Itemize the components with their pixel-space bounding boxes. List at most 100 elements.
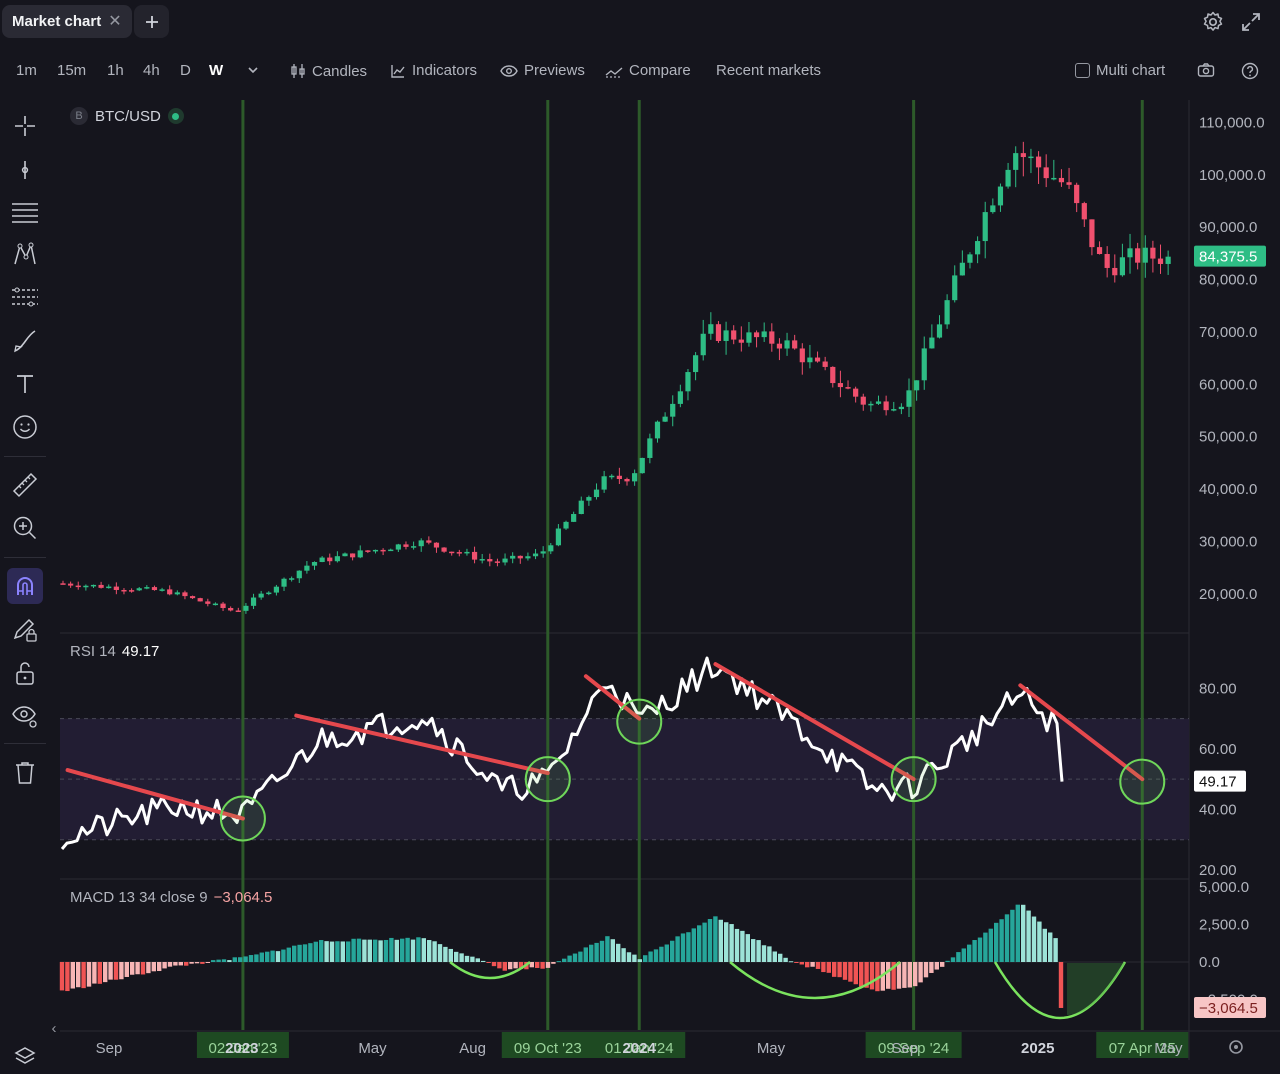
timeframe-w[interactable]: W [209, 62, 223, 79]
candle [1043, 154, 1049, 188]
macd-bar [59, 962, 65, 991]
macd-bar [535, 962, 540, 968]
time-label: Aug [459, 1040, 486, 1057]
visibility-tool[interactable] [7, 698, 43, 734]
candle-body [532, 553, 539, 557]
macd-bar [1031, 916, 1037, 962]
line-tool[interactable] [7, 152, 43, 188]
candle [685, 369, 691, 401]
timeframe-1m[interactable]: 1m [16, 62, 37, 79]
rsi-legend[interactable]: RSI 14 49.17 [70, 643, 159, 660]
candle [677, 384, 683, 408]
candle-body [548, 545, 554, 552]
ruler-tool[interactable] [7, 467, 43, 503]
macd-value: −3,064.5 [213, 889, 273, 906]
macd-legend[interactable]: MACD 13 34 close 9 −3,064.5 [70, 889, 272, 906]
breakout-circle [1119, 758, 1166, 805]
crosshair-tool[interactable] [7, 108, 43, 144]
timeframe-dropdown[interactable] [247, 65, 259, 75]
candle-body [395, 544, 401, 550]
candle-body [98, 584, 104, 588]
candle [891, 401, 897, 412]
macd-bar [400, 938, 405, 962]
candle [997, 183, 1004, 212]
compare-button[interactable]: Compare [605, 62, 691, 79]
timeframe-d[interactable]: D [180, 62, 191, 79]
macd-bar [734, 928, 740, 962]
delete-drawings-tool[interactable] [7, 755, 43, 791]
macd-bar [767, 946, 772, 962]
magnet-icon [17, 577, 33, 595]
macd-bar [967, 944, 972, 962]
brush-tool[interactable] [7, 323, 43, 359]
screenshot-button[interactable] [1197, 62, 1215, 78]
pattern-tool[interactable] [7, 237, 43, 273]
add-tab-button[interactable] [134, 5, 169, 38]
fib-tool[interactable] [7, 280, 43, 316]
close-icon[interactable]: ✕ [108, 13, 121, 30]
macd-bar [572, 953, 578, 962]
timeframe-15m[interactable]: 15m [57, 62, 86, 79]
symbol-chip[interactable]: B BTC/USD [70, 107, 184, 125]
multi-chart-toggle[interactable]: Multi chart [1075, 62, 1165, 79]
emoji-tool[interactable] [7, 409, 43, 445]
candle-body [182, 592, 188, 597]
candles-button[interactable]: Candles [290, 62, 367, 80]
zoom-tool[interactable] [7, 510, 43, 546]
candle-body [510, 555, 516, 559]
candle-body [670, 403, 676, 417]
macd-bar [454, 951, 459, 962]
macd-bar [286, 947, 291, 962]
multi-chart-checkbox[interactable] [1075, 63, 1090, 78]
text-tool[interactable] [7, 366, 43, 402]
unlock-tool[interactable] [7, 655, 43, 691]
timeframe-1h[interactable]: 1h [107, 62, 124, 79]
macd-bar [869, 962, 875, 990]
breakout-circle [219, 795, 266, 842]
candle-body [250, 597, 257, 606]
indicators-button[interactable]: Indicators [390, 62, 477, 79]
market-chart[interactable]: 110,000.0 100,000.0 90,000.0 80,000.0 70,000… [0, 0, 1280, 1074]
ruler-icon [12, 472, 38, 498]
macd-bar [232, 957, 237, 962]
previews-button[interactable]: Previews [500, 62, 585, 79]
candle [159, 587, 165, 592]
macd-bar [254, 954, 259, 962]
candle [380, 548, 386, 556]
macd-bar [691, 928, 696, 962]
layers-tool[interactable] [7, 1042, 43, 1072]
time-label: Sep [96, 1040, 123, 1057]
candle [647, 433, 653, 464]
candle [540, 546, 546, 558]
lock-drawing-tool[interactable] [7, 612, 43, 648]
candle [601, 470, 607, 493]
candle-body [1005, 169, 1011, 187]
candle [731, 325, 737, 345]
magnet-tool[interactable] [7, 568, 43, 604]
settings-button[interactable] [1201, 10, 1225, 34]
macd-bar [896, 962, 902, 989]
macd-bar [923, 962, 929, 978]
tab-market-chart[interactable]: Market chart ✕ [2, 5, 132, 38]
recent-markets-button[interactable]: Recent markets [716, 62, 821, 79]
macd-bar [859, 962, 864, 987]
price-tick: 30,000.0 [1199, 533, 1257, 550]
timeframe-4h[interactable]: 4h [143, 62, 160, 79]
candle-body [334, 556, 340, 562]
candle [1051, 159, 1057, 181]
macd-bar [378, 940, 383, 962]
horizontal-lines-tool[interactable] [7, 194, 43, 230]
candle [388, 548, 394, 552]
candle-body [456, 552, 462, 554]
fullscreen-button[interactable] [1239, 10, 1263, 34]
macd-bar [589, 944, 594, 962]
candle-body [685, 372, 691, 392]
macd-bar [194, 962, 200, 964]
help-button[interactable] [1241, 62, 1259, 80]
macd-bar [1048, 932, 1053, 962]
macd-bar [956, 952, 961, 962]
macd-bar [929, 962, 934, 973]
candle [883, 395, 889, 416]
macd-bar [740, 930, 745, 962]
macd-projection [1067, 963, 1125, 1015]
